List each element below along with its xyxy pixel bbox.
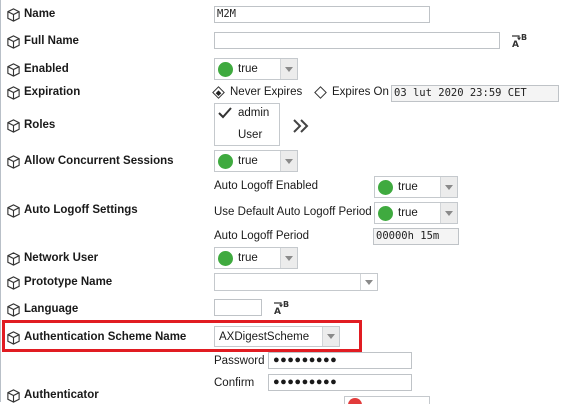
dropdown-value: true [238,63,258,75]
auto-logoff-enabled-label: Auto Logoff Enabled [214,180,319,192]
prototype-name-dropdown[interactable] [214,273,378,291]
property-cube-icon [7,34,20,49]
expires-on-radio[interactable]: Expires On [314,85,389,99]
property-cube-icon [7,62,20,77]
radio-label: Expires On [332,86,389,98]
text-format-icon[interactable]: A B [273,298,291,316]
allow-concurrent-dropdown[interactable]: true [214,150,298,172]
list-item[interactable]: admin [218,107,269,119]
chevron-down-icon[interactable] [440,177,457,197]
network-user-dropdown[interactable]: true [214,247,298,269]
default-period-dropdown[interactable]: true [374,202,458,224]
property-row-full-name: Full Name [6,32,79,50]
property-label: Prototype Name [24,276,113,288]
list-item[interactable]: User [238,129,262,141]
dropdown-value: true [398,181,418,193]
status-true-icon [218,153,233,169]
property-cube-icon [7,203,20,218]
status-true-icon [378,179,393,195]
property-row-prototype-name: Prototype Name [6,273,112,291]
status-true-icon [378,205,393,221]
name-field[interactable]: M2M [214,6,430,23]
property-label: Language [24,303,79,315]
property-row-authenticator: Authenticator [6,386,99,404]
role-label: admin [238,107,270,119]
language-field[interactable] [214,299,262,316]
radio-label: Never Expires [230,86,303,98]
auto-logoff-enabled-dropdown[interactable]: true [374,176,458,198]
property-cube-icon [7,85,20,100]
status-true-icon [218,61,233,77]
status-false-icon [348,398,362,404]
enabled-dropdown[interactable]: true [214,58,298,80]
property-row-name: Name [6,5,55,23]
svg-text:A: A [274,307,281,316]
auto-logoff-period-label: Auto Logoff Period [214,230,310,242]
double-chevron-right-icon[interactable] [291,117,311,135]
expires-on-field[interactable]: 03 lut 2020 23:59 CET [391,85,559,102]
svg-text:B: B [283,300,289,309]
property-cube-icon [7,7,20,22]
property-label: Authenticator [24,389,99,401]
chevron-down-icon[interactable] [280,248,297,268]
property-row-auto-logoff: Auto Logoff Settings [6,201,138,219]
dropdown-value: true [238,252,258,264]
property-cube-icon [7,251,20,266]
property-row-language: Language [6,300,78,318]
never-expires-radio[interactable]: Never Expires [212,85,303,99]
confirm-label: Confirm [214,377,255,389]
svg-text:B: B [521,33,527,42]
text-format-icon[interactable]: A B [511,31,529,49]
default-period-label: Use Default Auto Logoff Period [214,206,372,218]
chevron-down-icon[interactable] [280,59,297,79]
property-cube-icon [7,302,20,317]
property-label: Name [24,8,56,20]
roles-list[interactable]: admin User [214,103,280,146]
dropdown-value: true [238,155,258,167]
property-cube-icon [7,275,20,290]
full-name-field[interactable] [214,32,500,49]
property-cube-icon [7,118,20,133]
radio-selected-icon [212,85,225,99]
confirm-field[interactable]: ●●●●●●●●● [268,374,412,391]
property-cube-icon [7,154,20,169]
property-label: Allow Concurrent Sessions [24,155,174,167]
role-label: User [238,129,263,141]
property-row-network-user: Network User [6,249,98,267]
status-true-icon [218,250,233,266]
highlight-box [2,320,362,352]
property-label: Auto Logoff Settings [24,204,138,216]
chevron-down-icon[interactable] [360,274,377,290]
property-label: Network User [24,252,99,264]
property-row-expiration: Expiration [6,83,80,101]
property-row-roles: Roles [6,116,55,134]
property-label: Expiration [24,86,81,98]
property-label: Full Name [24,35,79,47]
property-label: Enabled [24,63,69,75]
radio-unselected-icon [314,85,327,99]
property-label: Roles [24,119,56,131]
password-field[interactable]: ●●●●●●●●● [268,352,412,369]
auto-logoff-period-field[interactable]: 00000h 15m [373,228,459,245]
chevron-down-icon[interactable] [440,203,457,223]
svg-text:A: A [512,40,519,49]
dropdown-value: true [398,207,418,219]
chevron-down-icon[interactable] [280,151,297,171]
password-label: Password [214,355,265,367]
checkmark-icon [218,107,232,119]
property-row-allow-concurrent: Allow Concurrent Sessions [6,152,174,170]
left-border [0,0,1,402]
property-row-enabled: Enabled [6,60,69,78]
property-cube-icon [7,388,20,403]
authenticator-dropdown-partial[interactable] [344,396,430,404]
